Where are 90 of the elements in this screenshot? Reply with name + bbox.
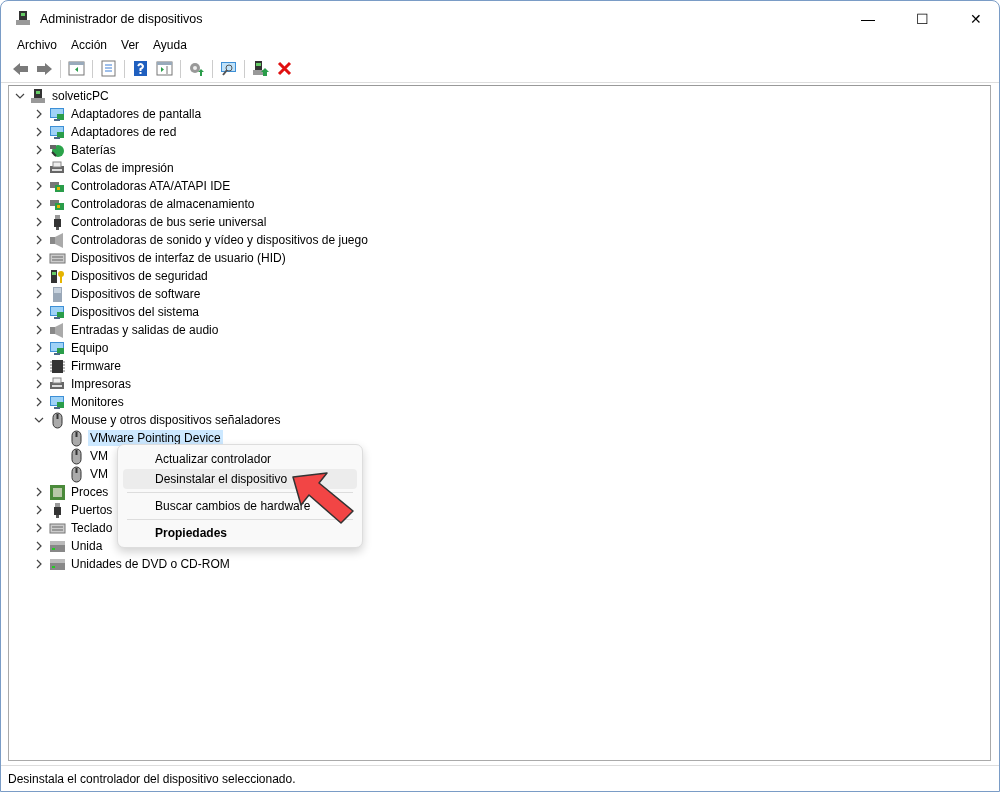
console-tree-icon xyxy=(68,60,85,77)
mouse-icon xyxy=(68,465,85,483)
chevron-right-icon[interactable] xyxy=(34,217,44,227)
minimize-button[interactable]: — xyxy=(845,1,891,36)
key-icon xyxy=(49,267,66,285)
processor-icon xyxy=(49,483,66,501)
tree-item[interactable]: Teclado xyxy=(69,520,115,536)
tree-item[interactable]: Proces xyxy=(69,484,111,500)
tree-item[interactable]: VM xyxy=(88,448,110,464)
forward-arrow-icon xyxy=(36,60,53,77)
menu-item[interactable]: Ver xyxy=(114,38,147,52)
chevron-right-icon[interactable] xyxy=(34,235,44,245)
chip-icon xyxy=(49,357,66,375)
chevron-right-icon[interactable] xyxy=(34,379,44,389)
chevron-down-icon[interactable] xyxy=(15,91,25,101)
chevron-right-icon[interactable] xyxy=(34,145,44,155)
back-arrow-icon xyxy=(12,60,29,77)
tree-item[interactable]: Impresoras xyxy=(69,376,134,392)
chevron-right-icon[interactable] xyxy=(34,361,44,371)
tree-item[interactable]: Controladoras de sonido y vídeo y dispositivos de juego xyxy=(69,232,370,248)
tree-item[interactable]: Puertos xyxy=(69,502,115,518)
menu-item[interactable]: Actualizar controlador xyxy=(123,449,357,469)
mouse-icon xyxy=(68,447,85,465)
chevron-right-icon[interactable] xyxy=(34,559,44,569)
computer-icon xyxy=(30,87,47,105)
speaker-icon xyxy=(49,321,66,339)
menu-item[interactable]: Archivo xyxy=(10,38,64,52)
tree-item[interactable]: Equipo xyxy=(69,340,111,356)
chevron-right-icon[interactable] xyxy=(34,505,44,515)
menu-item[interactable]: Desinstalar el dispositivo xyxy=(123,469,357,489)
tree-item[interactable]: Adaptadores de red xyxy=(69,124,179,140)
chevron-right-icon[interactable] xyxy=(34,181,44,191)
monitor-icon xyxy=(49,123,66,141)
close-button[interactable]: ✕ xyxy=(953,1,999,36)
mouse-icon xyxy=(68,429,85,447)
tree-item[interactable]: Dispositivos de interfaz de usuario (HID) xyxy=(69,250,288,266)
tree-item[interactable]: Baterías xyxy=(69,142,118,158)
monitor-icon xyxy=(49,105,66,123)
maximize-button[interactable]: ☐ xyxy=(899,1,945,36)
computer-icon xyxy=(15,10,32,27)
tree-item[interactable]: Dispositivos de software xyxy=(69,286,203,302)
tree-item[interactable]: Unida xyxy=(69,538,105,554)
chevron-right-icon[interactable] xyxy=(34,253,44,263)
chevron-right-icon[interactable] xyxy=(34,343,44,353)
properties-sheet-icon xyxy=(100,60,117,77)
tree-item[interactable]: Firmware xyxy=(69,358,123,374)
chevron-right-icon[interactable] xyxy=(34,325,44,335)
monitor-icon xyxy=(49,339,66,357)
tree-item[interactable]: Entradas y salidas de audio xyxy=(69,322,221,338)
chevron-right-icon[interactable] xyxy=(34,109,44,119)
chevron-right-icon[interactable] xyxy=(34,289,44,299)
device-enable-button[interactable] xyxy=(250,58,271,79)
chevron-right-icon[interactable] xyxy=(34,307,44,317)
chevron-right-icon[interactable] xyxy=(34,163,44,173)
device-enable-icon xyxy=(252,60,269,77)
tree-item[interactable]: Monitores xyxy=(69,394,126,410)
delete-x-icon xyxy=(276,60,293,77)
chevron-right-icon[interactable] xyxy=(34,127,44,137)
menu-item[interactable]: Ayuda xyxy=(146,38,194,52)
chevron-right-icon[interactable] xyxy=(34,541,44,551)
action-pane-icon xyxy=(156,60,173,77)
monitor-icon xyxy=(49,303,66,321)
tree-item[interactable]: VMware Pointing Device xyxy=(88,430,223,446)
tree-item[interactable]: solveticPC xyxy=(50,88,111,104)
chevron-right-icon[interactable] xyxy=(34,271,44,281)
tree-item[interactable]: Controladoras de almacenamiento xyxy=(69,196,257,212)
help-icon xyxy=(132,60,149,77)
tree-item[interactable]: Controladoras de bus serie universal xyxy=(69,214,269,230)
menu-item[interactable]: Propiedades xyxy=(123,523,357,543)
chevron-down-icon[interactable] xyxy=(34,415,44,425)
tree-item[interactable]: Dispositivos del sistema xyxy=(69,304,202,320)
chevron-right-icon[interactable] xyxy=(34,397,44,407)
tree-item[interactable]: Adaptadores de pantalla xyxy=(69,106,204,122)
monitor-search-icon xyxy=(220,60,237,77)
tree-item[interactable]: VM xyxy=(88,466,110,482)
status-text: Desinstala el controlador del dispositivo seleccionado. xyxy=(1,765,999,791)
monitor-icon xyxy=(49,393,66,411)
menu-item[interactable]: Buscar cambios de hardware xyxy=(123,496,357,516)
window-title: Administrador de dispositivos xyxy=(40,11,204,26)
tree-item[interactable]: Dispositivos de seguridad xyxy=(69,268,210,284)
speaker-icon xyxy=(49,231,66,249)
tree-item[interactable]: Controladoras ATA/ATAPI IDE xyxy=(69,178,233,194)
chevron-right-icon[interactable] xyxy=(34,487,44,497)
chevron-right-icon[interactable] xyxy=(34,523,44,533)
chevron-right-icon[interactable] xyxy=(34,199,44,209)
tree-item[interactable]: Mouse y otros dispositivos señaladores xyxy=(69,412,283,428)
menu-item[interactable]: Acción xyxy=(64,38,115,52)
mouse-icon xyxy=(49,411,66,429)
tree-item[interactable]: Colas de impresión xyxy=(69,160,176,176)
tree-item[interactable]: Unidades de DVD o CD-ROM xyxy=(69,556,232,572)
